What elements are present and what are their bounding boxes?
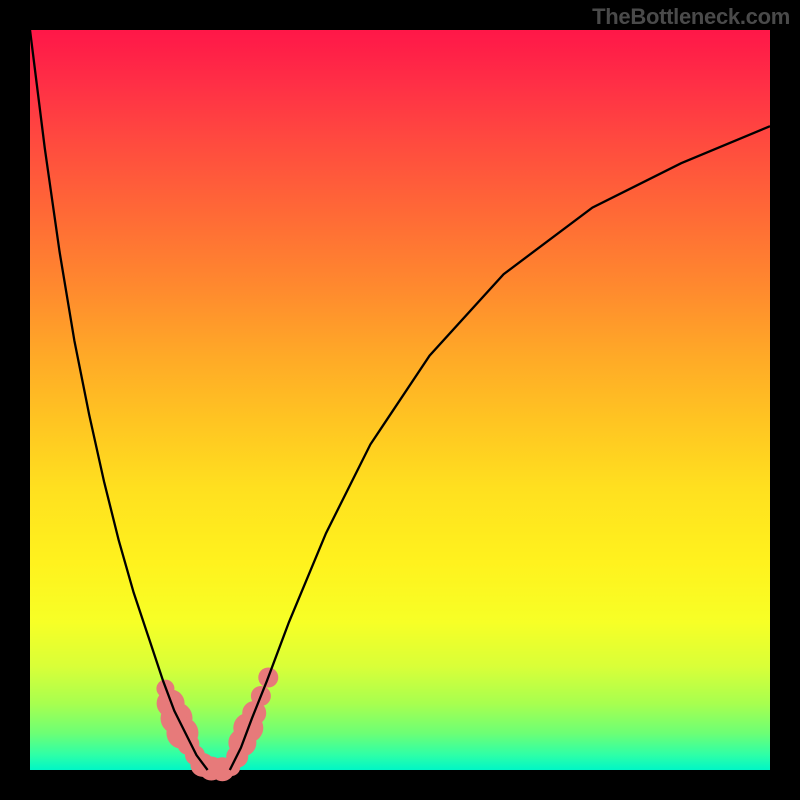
chart-svg	[30, 30, 770, 770]
chart-frame: TheBottleneck.com	[0, 0, 800, 800]
data-markers	[156, 668, 278, 782]
left-curve	[30, 30, 208, 770]
plot-area	[30, 30, 770, 770]
watermark-text: TheBottleneck.com	[592, 4, 790, 30]
right-curve	[230, 126, 770, 770]
